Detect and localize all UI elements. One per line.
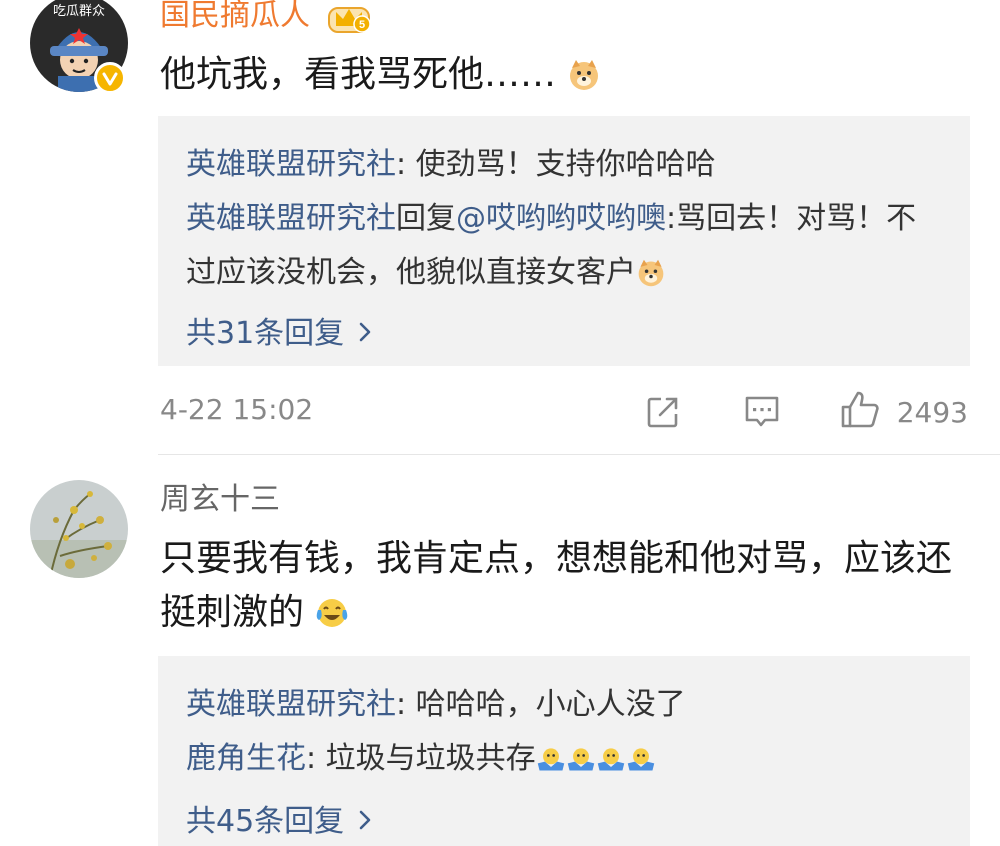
comment-text: 他坑我，看我骂死他……: [160, 48, 980, 108]
avatar[interactable]: [30, 480, 128, 578]
view-more-replies[interactable]: 共31条回复: [186, 314, 942, 354]
svg-text:5: 5: [359, 19, 365, 31]
verified-icon: [94, 62, 126, 94]
chevron-right-icon: [358, 314, 372, 354]
mention-link[interactable]: @哎哟哟哎哟噢: [456, 201, 666, 236]
username[interactable]: 周玄十三: [160, 482, 280, 518]
reply-item: 英雄联盟研究社: 哈哈哈，小心人没了: [186, 687, 686, 722]
reply-user-link[interactable]: 英雄联盟研究社: [186, 687, 396, 722]
comment-icon[interactable]: [743, 394, 781, 430]
like-icon: [839, 390, 881, 434]
view-more-replies[interactable]: 共45条回复: [186, 802, 942, 842]
shrug-emoji-icon: [566, 738, 596, 792]
like-count: 2493: [896, 395, 968, 429]
username[interactable]: 国民摘瓜人: [160, 0, 310, 34]
timestamp: 4-22 15:02: [160, 393, 314, 426]
comment-footer: 4-22 15:02 2493: [160, 390, 968, 430]
laugh-cry-emoji-icon: [315, 592, 349, 646]
divider: [158, 454, 1000, 455]
doge-emoji-icon: [567, 54, 601, 108]
reply-user-link[interactable]: 英雄联盟研究社: [186, 147, 396, 182]
doge-emoji-icon: [636, 252, 666, 306]
reply-item: 英雄联盟研究社: 使劲骂！支持你哈哈哈: [186, 147, 716, 182]
shrug-emoji-icon: [626, 738, 656, 792]
reply-user-link[interactable]: 英雄联盟研究社: [186, 201, 396, 236]
share-icon[interactable]: [645, 394, 681, 430]
reply-box[interactable]: 英雄联盟研究社: 哈哈哈，小心人没了 鹿角生花: 垃圾与垃圾共存 共45条回复: [158, 656, 970, 846]
reply-item: 鹿角生花: 垃圾与垃圾共存: [186, 732, 942, 792]
shrug-emoji-icon: [596, 738, 626, 792]
reply-box[interactable]: 英雄联盟研究社: 使劲骂！支持你哈哈哈 英雄联盟研究社回复@哎哟哟哎哟噢:骂回去…: [158, 116, 970, 366]
chevron-right-icon: [358, 802, 372, 842]
like-button[interactable]: 2493: [839, 390, 968, 434]
comment-text: 只要我有钱，我肯定点，想想能和他对骂，应该还挺刺激的: [160, 532, 980, 646]
reply-item: 英雄联盟研究社回复@哎哟哟哎哟噢:骂回去！对骂！不过应该没机会，他貌似直接女客户: [186, 192, 942, 306]
shrug-emoji-icon: [536, 738, 566, 792]
avatar-caption: 吃瓜群众: [52, 4, 105, 19]
crown-badge-icon: 5: [328, 0, 371, 38]
reply-user-link[interactable]: 鹿角生花: [186, 741, 306, 776]
